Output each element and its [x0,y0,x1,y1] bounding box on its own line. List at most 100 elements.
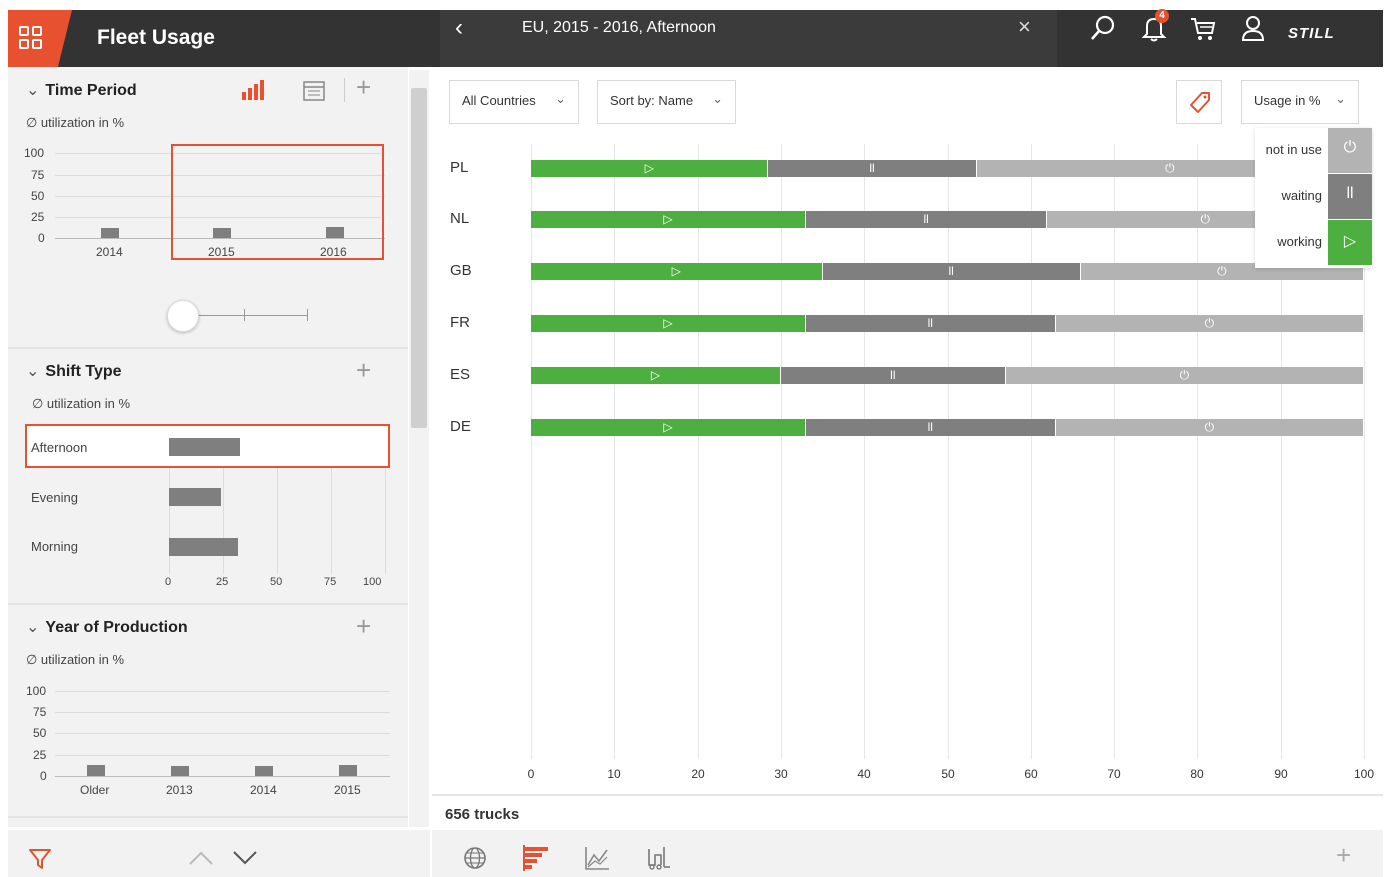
stacked-bar-icon[interactable] [522,845,550,871]
x-tick: 2014 [96,245,123,259]
globe-icon[interactable] [462,845,488,871]
sort-dropdown[interactable]: Sort by: Name ⌄ [597,80,736,124]
forklift-icon[interactable] [645,845,671,871]
year-of-production-subtitle: ∅ utilization in % [26,652,125,667]
add-icon[interactable]: + [356,355,371,386]
working-segment: ▷ [531,211,805,228]
bar-chart-icon[interactable] [240,78,266,102]
y-tick: 0 [38,231,45,245]
x-tick: 2014 [250,783,277,797]
countries-dropdown[interactable]: All Countries ⌄ [449,80,579,124]
x-tick: 25 [216,576,229,588]
power-icon: ⏻ [1179,368,1190,382]
year-of-production-bar [255,765,273,776]
y-tick: 50 [31,189,45,203]
not-in-use-segment: ⏻ [1055,315,1363,332]
x-axis-tick: 30 [774,767,788,781]
time-period-subtitle: ∅ utilization in % [26,115,125,130]
country-label: GB [450,262,472,279]
year-of-production-header[interactable]: ⌄ Year of Production [26,617,188,637]
countries-dropdown-label: All Countries [462,93,536,108]
year-of-production-bar [171,765,189,776]
chevron-down-icon[interactable] [231,849,259,867]
chevron-down-icon: ⌄ [26,619,40,636]
line-chart-icon[interactable] [583,845,611,871]
time-period-header[interactable]: ⌄ Time Period [26,80,137,100]
legend-working[interactable]: working ▷ [1255,220,1372,265]
power-icon: ⏻ [1204,420,1215,434]
x-tick: Older [80,783,110,797]
x-tick: 75 [324,576,337,588]
working-segment: ▷ [531,419,805,436]
time-period-selection[interactable] [171,144,384,260]
add-icon[interactable]: + [356,611,371,642]
bottom-bar-right [432,830,1383,877]
notifications-button[interactable]: 4 [1139,9,1169,43]
calendar-icon[interactable] [302,78,326,102]
shift-type-bar [169,488,221,506]
x-axis-tick: 50 [941,767,955,781]
shift-label: Afternoon [31,440,88,455]
shift-type-header[interactable]: ⌄ Shift Type [26,361,122,381]
add-icon[interactable]: + [356,72,371,103]
x-axis-tick: 80 [1190,767,1204,781]
play-icon: ▷ [663,212,673,226]
chart-grid-line [698,144,699,759]
chart-grid-line [864,144,865,759]
legend-waiting[interactable]: waiting ll [1255,174,1372,219]
chevron-down-icon: ⌄ [26,82,40,99]
chevron-up-icon[interactable] [187,849,215,867]
tag-button[interactable] [1176,80,1222,124]
shift-row-evening[interactable]: Evening [31,490,78,505]
apps-grid-icon [19,26,43,50]
shift-row-morning[interactable]: Morning [31,539,78,554]
x-axis-tick: 10 [607,767,621,781]
add-icon[interactable]: + [1336,840,1351,871]
legend-not-in-use[interactable]: not in use ⏻ [1255,128,1372,173]
working-segment: ▷ [531,263,822,280]
x-tick: 2015 [334,783,361,797]
usage-dropdown[interactable]: Usage in % ⌄ [1241,80,1359,124]
section-divider [8,347,408,349]
year-of-production-title: Year of Production [45,619,188,636]
main-panel [432,67,1383,827]
usage-dropdown-label: Usage in % [1254,93,1321,108]
back-icon[interactable]: ‹ [455,14,463,42]
apps-menu-button[interactable] [8,10,72,67]
year-of-production-bar [339,764,357,776]
scroll-thumb[interactable] [411,88,427,428]
shift-type-bar [169,438,241,456]
user-icon[interactable] [1238,13,1268,43]
chevron-down-icon: ⌄ [712,91,723,106]
waiting-segment: ll [805,315,1055,332]
grid-line [55,733,390,734]
y-tick: 100 [26,684,47,698]
y-tick: 75 [31,168,45,182]
play-icon: ▷ [671,264,681,278]
waiting-segment: ll [768,160,976,177]
filter-icon[interactable] [28,848,52,870]
chart-grid-line [1031,144,1032,759]
waiting-segment: ll [780,367,1005,384]
cart-icon[interactable] [1188,13,1218,43]
chart-grid-line [531,144,532,759]
shift-type-bar [169,538,239,556]
y-tick: 75 [33,705,47,719]
range-slider-track[interactable] [185,315,308,316]
play-icon: ▷ [663,316,673,330]
search-icon[interactable] [1088,13,1118,43]
play-icon: ▷ [663,420,673,434]
close-icon[interactable]: × [1018,14,1031,40]
x-axis-tick: 70 [1107,767,1121,781]
shift-type-subtitle: ∅ utilization in % [32,396,131,411]
pause-icon: ll [869,161,875,175]
pause-icon: ll [948,264,954,278]
country-label: NL [450,210,470,227]
waiting-segment: ll [805,419,1055,436]
x-axis-tick: 100 [1353,767,1375,781]
pause-icon: ll [923,212,929,226]
country-label: DE [450,418,471,435]
waiting-segment: ll [805,211,1047,228]
range-slider-handle[interactable] [167,300,199,332]
axis-line [55,776,390,777]
